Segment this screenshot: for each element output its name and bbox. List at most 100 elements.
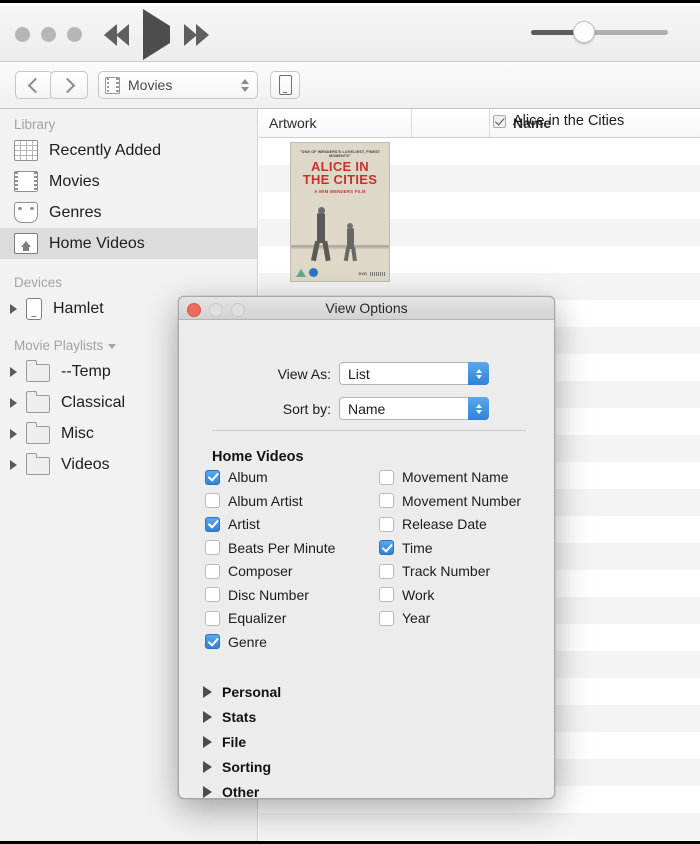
checkbox-movement-name[interactable]: Movement Name [379,469,509,485]
checkbox-checked-icon[interactable] [205,469,220,485]
sidebar-item-label: --Temp [61,362,111,380]
view-as-select[interactable]: List [339,362,489,385]
checkbox-genre[interactable]: Genre [205,634,267,650]
play-button[interactable] [143,9,170,60]
film-icon [14,171,38,192]
sidebar-item-genres[interactable]: Genres [0,197,257,228]
checkbox-disc-number[interactable]: Disc Number [205,587,309,603]
dialog-titlebar[interactable]: View Options [179,297,554,320]
minimize-window-button[interactable] [41,27,56,42]
sort-by-select[interactable]: Name [339,397,489,420]
checkbox-composer[interactable]: Composer [205,563,293,579]
disclosure-triangle-icon[interactable] [10,366,17,377]
sidebar-item-label: Home Videos [49,234,145,252]
close-window-button[interactable] [15,27,30,42]
checkbox-unchecked-icon[interactable] [205,493,220,508]
checkbox-album-artist[interactable]: Album Artist [205,493,303,509]
table-row[interactable] [259,813,700,840]
checkbox-unchecked-icon[interactable] [379,563,394,579]
chevron-updown-icon [239,78,251,92]
checkbox-work[interactable]: Work [379,587,434,603]
disclosure-group-label: Personal [222,684,282,700]
back-button[interactable] [15,71,53,99]
row-title[interactable]: Alice in the Cities [513,113,624,129]
checkbox-equalizer[interactable]: Equalizer [205,610,286,626]
media-kind-popup[interactable]: Movies [98,71,258,99]
sidebar-item-label: Misc [61,424,94,442]
chevron-updown-icon[interactable] [468,397,489,420]
sidebar-item-home-videos[interactable]: Home Videos [0,228,257,259]
sidebar-item-movies[interactable]: Movies [0,166,257,197]
checkbox-checked-icon[interactable] [379,540,394,555]
disclosure-triangle-icon[interactable] [203,786,212,798]
disclosure-group-stats[interactable]: Stats [203,709,256,725]
checkbox-time[interactable]: Time [379,540,433,556]
disclosure-triangle-icon[interactable] [203,736,212,748]
column-divider[interactable] [411,109,412,137]
column-header-artwork[interactable]: Artwork [269,115,316,131]
disclosure-triangle-icon[interactable] [203,761,212,773]
sidebar-item-label: Genres [49,203,102,221]
disclosure-group-personal[interactable]: Personal [203,684,281,700]
volume-knob[interactable] [573,21,596,43]
dialog-body: View As: List Sort by: Name Home Videos … [179,320,554,799]
checkbox-beats-per-minute[interactable]: Beats Per Minute [205,540,335,556]
rewind-button[interactable] [104,24,129,46]
disclosure-triangle-icon[interactable] [10,428,17,439]
forward-button[interactable] [50,71,88,99]
table-row[interactable] [259,840,700,841]
column-divider[interactable] [489,109,490,137]
checkbox-label: Year [402,610,431,626]
sort-by-field: Sort by: Name [241,397,489,420]
fast-forward-button[interactable] [184,24,209,46]
sidebar-item-recently-added[interactable]: Recently Added [0,135,257,166]
disclosure-group-label: Sorting [222,759,271,775]
artwork-subtitle: A WIM WENDERS FILM [314,189,366,194]
checkbox-unchecked-icon[interactable] [205,610,220,626]
sidebar-item-label: Hamlet [53,299,104,317]
checkbox-release-date[interactable]: Release Date [379,516,487,532]
zoom-window-button[interactable] [67,27,82,42]
chevron-left-icon [27,77,44,93]
checkbox-label: Album [228,469,268,485]
sidebar-item-label: Classical [61,393,126,411]
checkbox-artist[interactable]: Artist [205,516,260,532]
volume-slider[interactable] [531,21,668,43]
checkbox-unchecked-icon[interactable] [205,587,220,602]
checkbox-year[interactable]: Year [379,610,430,626]
chevron-updown-icon[interactable] [468,362,489,385]
navigation-toolbar: Movies [0,62,700,109]
disclosure-triangle-icon[interactable] [10,459,17,470]
folder-icon [25,421,50,444]
checkbox-unchecked-icon[interactable] [379,610,394,626]
disclosure-triangle-icon[interactable] [203,686,212,698]
checkbox-unchecked-icon[interactable] [379,516,394,532]
checkbox-unchecked-icon[interactable] [205,540,220,555]
view-as-label: View As: [277,365,331,382]
disclosure-triangle-icon[interactable] [10,303,17,314]
dialog-divider [212,430,526,431]
checkbox-track-number[interactable]: Track Number [379,563,490,579]
checkbox-unchecked-icon[interactable] [379,469,394,485]
checkbox-album[interactable]: Album [205,469,268,485]
disclosure-group-label: Other [222,784,260,799]
disclosure-group-file[interactable]: File [203,734,246,750]
checkbox-label: Beats Per Minute [228,539,336,556]
disclosure-triangle-icon[interactable] [203,711,212,723]
checkbox-unchecked-icon[interactable] [205,563,220,579]
sidebar-item-label: Movies [49,172,100,190]
chevron-down-icon[interactable] [108,344,117,349]
artwork-thumbnail[interactable]: "ONE OF WENDERS'S LOVELIEST, FINEST MOME… [290,142,390,282]
disclosure-group-sorting[interactable]: Sorting [203,759,271,775]
row-checkbox[interactable] [493,115,506,128]
checkbox-label: Time [402,539,433,556]
disclosure-triangle-icon[interactable] [10,397,17,408]
disclosure-group-other[interactable]: Other [203,784,260,799]
checkbox-checked-icon[interactable] [205,634,220,649]
device-button[interactable] [270,71,300,99]
checkbox-unchecked-icon[interactable] [379,587,394,602]
checkbox-unchecked-icon[interactable] [379,493,394,508]
checkbox-movement-number[interactable]: Movement Number [379,493,521,509]
masks-icon [14,202,38,223]
checkbox-checked-icon[interactable] [205,516,220,532]
